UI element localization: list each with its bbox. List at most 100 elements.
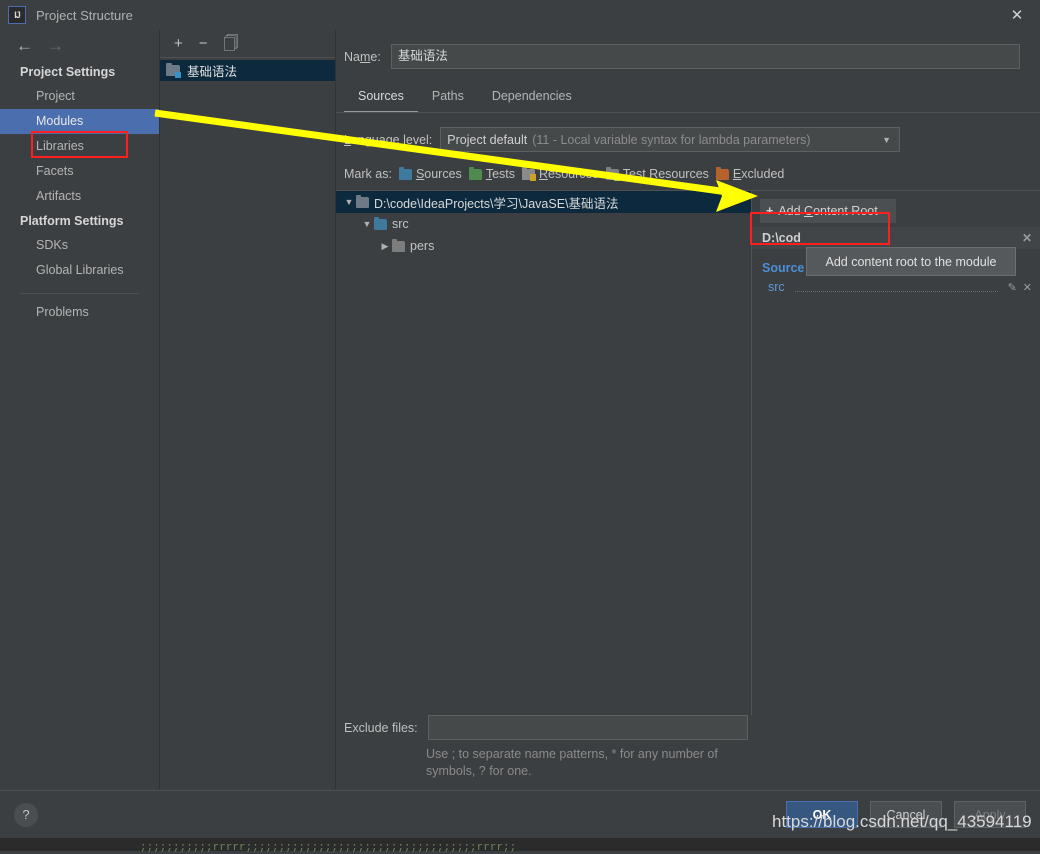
module-editor-panel: Name: 基础语法 Sources Paths Dependencies La… bbox=[336, 30, 1040, 790]
language-level-label: Language level: bbox=[344, 133, 432, 147]
mark-as-label: Mark as: bbox=[344, 167, 392, 181]
content-root-header: D:\cod ✕ bbox=[752, 227, 1040, 249]
sidebar-item-facets[interactable]: Facets bbox=[0, 159, 159, 184]
tree-row[interactable]: ▼ src bbox=[336, 213, 751, 235]
mark-as-tests-button[interactable]: Tests bbox=[469, 167, 515, 181]
folder-excluded-icon bbox=[716, 169, 729, 180]
sidebar-item-project[interactable]: Project bbox=[0, 84, 159, 109]
cancel-button[interactable]: Cancel bbox=[870, 801, 942, 828]
mark-as-test-resources-button[interactable]: Test Resources bbox=[606, 167, 709, 181]
folder-sources-icon bbox=[399, 169, 412, 180]
intellij-logo-icon: IJ bbox=[8, 6, 26, 24]
close-icon[interactable]: ✕ bbox=[1023, 281, 1032, 294]
module-list-item[interactable]: 基础语法 bbox=[160, 60, 335, 81]
module-icon bbox=[166, 64, 181, 77]
mark-as-tests-label: Tests bbox=[486, 167, 515, 181]
language-level-row: Language level: Project default (11 - Lo… bbox=[336, 113, 1040, 152]
tree-row-label: pers bbox=[410, 239, 434, 253]
tree-row[interactable]: ▼ D:\code\IdeaProjects\学习\JavaSE\基础语法 bbox=[336, 191, 751, 213]
dialog-titlebar: IJ Project Structure ✕ bbox=[0, 0, 1040, 30]
apply-button[interactable]: Apply bbox=[954, 801, 1026, 828]
project-structure-dialog: IJ Project Structure ✕ ← → Project Setti… bbox=[0, 0, 1040, 838]
dialog-footer: ? OK Cancel Apply bbox=[0, 790, 1040, 838]
dialog-body: ← → Project Settings Project Modules Lib… bbox=[0, 30, 1040, 790]
sidebar-item-problems[interactable]: Problems bbox=[0, 300, 159, 325]
folder-sources-icon bbox=[374, 219, 387, 230]
exclude-hint-line1: Use ; to separate name patterns, * for a… bbox=[426, 746, 756, 763]
exclude-files-input[interactable] bbox=[428, 715, 748, 740]
mark-as-test-resources-label: Test Resources bbox=[623, 167, 709, 181]
mark-as-resources-button[interactable]: Resources bbox=[522, 167, 599, 181]
mark-as-excluded-label: Excluded bbox=[733, 167, 784, 181]
chevron-down-icon: ▼ bbox=[882, 135, 891, 145]
name-input[interactable]: 基础语法 bbox=[391, 44, 1020, 69]
folder-resources-icon bbox=[522, 169, 535, 180]
plus-icon: + bbox=[766, 204, 773, 218]
chevron-right-icon[interactable]: ▶ bbox=[378, 241, 392, 252]
add-content-root-label: Add Content Root bbox=[778, 204, 877, 218]
tree-row-label: D:\code\IdeaProjects\学习\JavaSE\基础语法 bbox=[374, 193, 619, 212]
close-icon[interactable]: ✕ bbox=[994, 0, 1040, 30]
minus-icon[interactable]: − bbox=[199, 36, 208, 51]
module-list-toolbar: + − 🗍 bbox=[160, 30, 335, 58]
tab-paths[interactable]: Paths bbox=[418, 85, 478, 113]
dotted-leader bbox=[795, 282, 998, 292]
folder-package-icon bbox=[392, 241, 405, 252]
exclude-files-label: Exclude files: bbox=[344, 715, 418, 735]
mark-as-row: Mark as: Sources Tests Resources Test Re… bbox=[336, 152, 1040, 181]
exclude-hint-line2: symbols, ? for one. bbox=[426, 763, 756, 780]
mark-as-resources-label: Resources bbox=[539, 167, 599, 181]
pencil-icon[interactable]: ✎ bbox=[1008, 281, 1017, 294]
exclude-files-row: Exclude files: bbox=[344, 715, 1040, 740]
plus-icon[interactable]: + bbox=[174, 36, 183, 51]
mark-as-sources-label: Sources bbox=[416, 167, 462, 181]
tooltip: Add content root to the module bbox=[806, 247, 1016, 276]
ok-button[interactable]: OK bbox=[786, 801, 858, 828]
sidebar-item-modules[interactable]: Modules bbox=[0, 109, 159, 134]
background-code-bottom: ;;;;;;;;;;;rrrrr;;;;;;;;;;;;;;;;;;;;;;;;… bbox=[140, 842, 1040, 854]
module-list-panel: + − 🗍 基础语法 bbox=[160, 30, 336, 790]
module-tabs: Sources Paths Dependencies bbox=[344, 85, 1040, 113]
mark-as-excluded-button[interactable]: Excluded bbox=[716, 167, 784, 181]
add-content-root-button[interactable]: + Add Content Root bbox=[760, 199, 896, 223]
arrow-right-icon[interactable]: → bbox=[47, 37, 64, 54]
module-list-item-label: 基础语法 bbox=[187, 61, 237, 80]
folder-test-resources-icon bbox=[606, 169, 619, 180]
tab-sources[interactable]: Sources bbox=[344, 85, 418, 113]
content-root-tree: ▼ D:\code\IdeaProjects\学习\JavaSE\基础语法 ▼ … bbox=[336, 191, 752, 715]
mark-as-sources-button[interactable]: Sources bbox=[399, 167, 462, 181]
chevron-down-icon[interactable]: ▼ bbox=[360, 219, 374, 229]
dialog-title: Project Structure bbox=[36, 8, 133, 23]
sidebar-group-project-settings: Project Settings bbox=[0, 60, 159, 84]
source-folder-name: src bbox=[768, 280, 785, 294]
sidebar-group-platform-settings: Platform Settings bbox=[0, 209, 159, 233]
name-row: Name: 基础语法 bbox=[336, 30, 1040, 69]
sidebar-divider bbox=[20, 293, 139, 294]
language-level-detail: (11 - Local variable syntax for lambda p… bbox=[532, 133, 810, 147]
sidebar-item-artifacts[interactable]: Artifacts bbox=[0, 184, 159, 209]
sidebar-item-libraries[interactable]: Libraries bbox=[0, 134, 159, 159]
exclude-files-block: Exclude files: Use ; to separate name pa… bbox=[336, 715, 1040, 790]
module-list-items: 基础语法 bbox=[160, 58, 335, 790]
name-label: Name: bbox=[344, 50, 381, 64]
exclude-files-hint: Use ; to separate name patterns, * for a… bbox=[426, 746, 756, 780]
tree-row[interactable]: ▶ pers bbox=[336, 235, 751, 257]
arrow-left-icon[interactable]: ← bbox=[16, 37, 33, 54]
sidebar-item-sdks[interactable]: SDKs bbox=[0, 233, 159, 258]
tree-row-label: src bbox=[392, 217, 409, 231]
close-icon[interactable]: ✕ bbox=[1022, 231, 1032, 245]
sidebar-nav-row: ← → bbox=[0, 30, 159, 60]
footer-buttons: OK Cancel Apply bbox=[786, 801, 1026, 828]
content-root-path: D:\cod bbox=[762, 231, 801, 245]
sidebar-item-global-libraries[interactable]: Global Libraries bbox=[0, 258, 159, 283]
folder-tests-icon bbox=[469, 169, 482, 180]
copy-icon[interactable]: 🗍 bbox=[224, 36, 239, 51]
tab-dependencies[interactable]: Dependencies bbox=[478, 85, 586, 113]
language-level-value: Project default bbox=[447, 133, 527, 147]
folder-content-root-icon bbox=[356, 197, 369, 208]
language-level-select[interactable]: Project default (11 - Local variable syn… bbox=[440, 127, 900, 152]
help-icon[interactable]: ? bbox=[14, 803, 38, 827]
chevron-down-icon[interactable]: ▼ bbox=[342, 197, 356, 207]
source-folder-row[interactable]: src ✎ ✕ bbox=[752, 275, 1040, 294]
settings-sidebar: ← → Project Settings Project Modules Lib… bbox=[0, 30, 160, 790]
